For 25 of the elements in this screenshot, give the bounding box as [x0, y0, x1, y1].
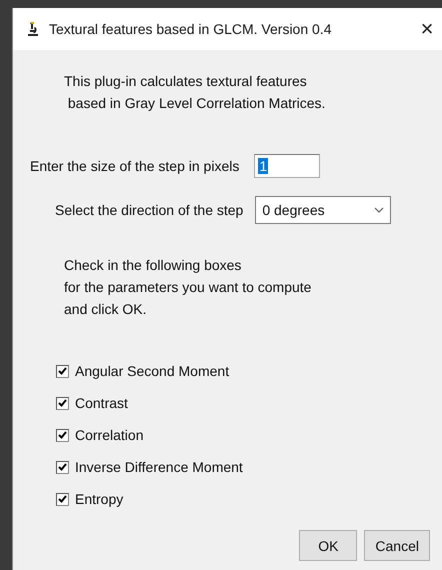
ok-button[interactable]: OK — [299, 530, 358, 561]
cancel-button[interactable]: Cancel — [364, 530, 430, 561]
checkbox[interactable] — [56, 460, 69, 474]
checkbox-label: Entropy — [75, 491, 124, 507]
instruction-text: Check in the following boxes — [64, 256, 242, 275]
instruction-text: for the parameters you want to compute — [64, 278, 312, 297]
checkbox-label: Contrast — [75, 395, 128, 411]
direction-label: Select the direction of the step — [55, 202, 244, 218]
intro-text: This plug-in calculates textural features — [64, 72, 308, 91]
checkbox[interactable] — [56, 428, 69, 442]
intro-text: based in Gray Level Correlation Matrices. — [66, 94, 326, 113]
direction-dropdown[interactable]: 0 degrees — [255, 196, 392, 224]
checkbox-label: Correlation — [75, 427, 144, 443]
checkbox-label: Inverse Difference Moment — [75, 459, 243, 475]
checkbox[interactable] — [56, 492, 69, 506]
step-label: Enter the size of the step in pixels — [30, 158, 240, 174]
checkbox[interactable] — [56, 364, 69, 378]
microscope-icon — [27, 21, 39, 37]
step-input[interactable]: 1 — [254, 154, 320, 178]
checkbox[interactable] — [56, 396, 69, 410]
window-title: Textural features based in GLCM. Version 0.4 — [49, 21, 332, 37]
close-button[interactable]: × — [411, 16, 442, 42]
chevron-down-icon — [374, 207, 384, 213]
instruction-text: and click OK. — [64, 300, 148, 319]
checkbox-label: Angular Second Moment — [75, 363, 230, 379]
